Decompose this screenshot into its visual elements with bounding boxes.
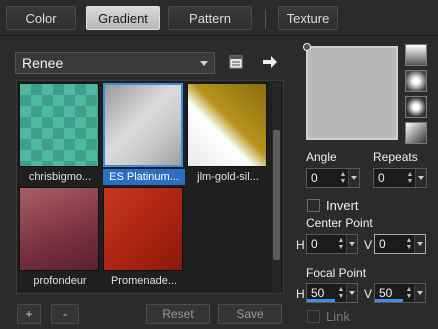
gradient-thumbnail xyxy=(103,187,183,271)
angle-label: Angle xyxy=(306,150,337,164)
focal-h-slider[interactable] xyxy=(307,299,335,302)
tab-texture[interactable]: Texture xyxy=(278,6,338,30)
focal-h-label: H xyxy=(296,287,305,301)
center-v-value: 0 xyxy=(379,237,386,251)
focal-v-label: V xyxy=(364,287,373,301)
spin-arrows-icon[interactable]: ▲ ▼ xyxy=(337,286,345,300)
invert-label: Invert xyxy=(326,198,359,213)
link-label: Link xyxy=(326,309,350,324)
angle-field[interactable]: 0 ▲ ▼ xyxy=(306,168,360,188)
chevron-down-icon xyxy=(200,61,208,66)
focal-v-value: 50 xyxy=(379,286,393,300)
center-h-label: H xyxy=(296,238,305,252)
gradient-preview[interactable] xyxy=(303,43,398,140)
center-v-field[interactable]: 0 ▲ ▼ xyxy=(374,234,426,254)
gradient-thumbnail xyxy=(187,83,267,167)
chevron-down-icon[interactable] xyxy=(346,284,357,302)
list-item[interactable]: chrisbigmo... xyxy=(19,83,101,187)
chevron-down-icon[interactable] xyxy=(415,169,426,187)
list-item-label: chrisbigmo... xyxy=(28,171,92,183)
arrow-right-icon[interactable] xyxy=(260,52,280,72)
focal-h-field[interactable]: 50 ▲ ▼ xyxy=(306,283,358,303)
library-dropdown[interactable]: Renee xyxy=(15,52,215,74)
focal-v-field[interactable]: 50 ▲ ▼ xyxy=(374,283,426,303)
list-item[interactable]: profondeur xyxy=(19,187,101,291)
focal-point-label: Focal Point xyxy=(306,266,367,280)
center-v-label: V xyxy=(364,238,373,252)
chevron-down-icon[interactable] xyxy=(414,235,425,253)
spin-arrows-icon[interactable]: ▲ ▼ xyxy=(406,171,414,185)
chevron-down-icon[interactable] xyxy=(348,169,359,187)
center-h-field[interactable]: 0 ▲ ▼ xyxy=(306,234,358,254)
list-item[interactable]: Promenade... xyxy=(103,187,185,291)
focal-v-slider[interactable] xyxy=(375,299,403,302)
gradient-thumbnail xyxy=(103,83,183,167)
rectangular-style-icon[interactable] xyxy=(405,70,427,92)
tab-color[interactable]: Color xyxy=(6,6,76,30)
tab-bar: Color Gradient Pattern Texture xyxy=(0,0,438,34)
gradient-grid: chrisbigmo... ES Platinum... jlm-gold-si… xyxy=(16,80,284,294)
list-item-label: ES Platinum... xyxy=(103,169,185,185)
link-checkbox[interactable] xyxy=(307,310,320,323)
repeats-field[interactable]: 0 ▲ ▼ xyxy=(373,168,427,188)
tab-pattern[interactable]: Pattern xyxy=(168,6,252,30)
spin-arrows-icon[interactable]: ▲ ▼ xyxy=(337,237,345,251)
center-point-handle[interactable] xyxy=(303,43,311,51)
list-item[interactable]: ES Platinum... xyxy=(103,83,185,187)
repeats-value: 0 xyxy=(378,171,385,185)
linear-style-icon[interactable] xyxy=(405,44,427,66)
center-point-label: Center Point xyxy=(306,216,373,230)
sunburst-style-icon[interactable] xyxy=(405,122,427,144)
chevron-down-icon[interactable] xyxy=(414,284,425,302)
angle-value: 0 xyxy=(311,171,318,185)
spin-arrows-icon[interactable]: ▲ ▼ xyxy=(339,171,347,185)
remove-button[interactable]: - xyxy=(51,304,79,324)
focal-h-value: 50 xyxy=(311,286,325,300)
spin-arrows-icon[interactable]: ▲ ▼ xyxy=(405,286,413,300)
tab-gradient[interactable]: Gradient xyxy=(86,6,160,30)
invert-checkbox[interactable] xyxy=(307,199,320,212)
list-item-label: Promenade... xyxy=(110,275,178,287)
radial-style-icon[interactable] xyxy=(405,96,427,118)
gradient-thumbnail xyxy=(19,83,99,167)
reset-button[interactable]: Reset xyxy=(146,304,210,324)
scrollbar-thumb[interactable] xyxy=(273,130,280,260)
list-item-label: profondeur xyxy=(33,275,87,287)
library-file-icon[interactable] xyxy=(226,52,246,72)
center-h-value: 0 xyxy=(311,237,318,251)
chevron-down-icon[interactable] xyxy=(346,235,357,253)
tab-separator xyxy=(265,9,266,29)
list-item[interactable]: jlm-gold-sil... xyxy=(187,83,269,187)
tab-divider xyxy=(0,35,438,36)
add-button[interactable]: + xyxy=(17,304,41,324)
save-button[interactable]: Save xyxy=(218,304,282,324)
spin-arrows-icon[interactable]: ▲ ▼ xyxy=(405,237,413,251)
repeats-label: Repeats xyxy=(373,150,418,164)
list-item-label: jlm-gold-sil... xyxy=(197,171,259,183)
library-dropdown-value: Renee xyxy=(22,55,64,71)
gradient-thumbnail xyxy=(19,187,99,271)
